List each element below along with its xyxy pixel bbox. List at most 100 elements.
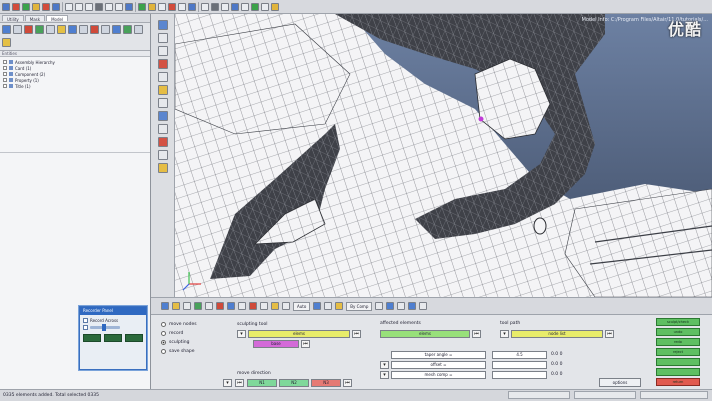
affected-elems-selector[interactable]: elems bbox=[380, 330, 470, 338]
taper-angle-input[interactable]: 4.5 bbox=[492, 351, 547, 359]
reject-button[interactable]: reject bbox=[656, 348, 700, 356]
mesh-icon[interactable] bbox=[183, 302, 191, 310]
mask-icon[interactable] bbox=[178, 2, 186, 11]
mode-move-nodes[interactable]: move nodes bbox=[161, 322, 197, 327]
isolate-icon[interactable] bbox=[57, 25, 66, 34]
view-front-icon[interactable] bbox=[115, 2, 123, 11]
select-icon[interactable] bbox=[157, 20, 168, 30]
display-icon[interactable] bbox=[282, 302, 290, 310]
surface-icon[interactable] bbox=[251, 2, 259, 11]
view-iso-icon[interactable] bbox=[125, 2, 133, 11]
property-icon[interactable] bbox=[134, 25, 143, 34]
record-play-button[interactable] bbox=[83, 334, 101, 342]
reset-icon[interactable]: ⏮ bbox=[605, 330, 614, 338]
node-icon[interactable] bbox=[271, 2, 279, 11]
color-icon[interactable] bbox=[335, 302, 344, 310]
cube-icon[interactable] bbox=[221, 2, 229, 11]
box-icon[interactable] bbox=[231, 2, 239, 11]
rotate-icon[interactable] bbox=[65, 2, 73, 11]
fit-icon[interactable] bbox=[157, 72, 168, 82]
expand-toggle-icon[interactable] bbox=[3, 84, 7, 88]
record-save-button[interactable] bbox=[125, 334, 143, 342]
zoom-icon[interactable] bbox=[85, 2, 93, 11]
export-icon[interactable] bbox=[32, 2, 40, 11]
redo-button[interactable]: redo bbox=[656, 338, 700, 346]
sculpt-check-button[interactable]: sculpt/check bbox=[656, 318, 700, 326]
settings-icon[interactable] bbox=[157, 163, 168, 173]
radio-icon[interactable] bbox=[161, 322, 166, 327]
options-button[interactable]: options bbox=[599, 378, 641, 387]
undo-icon[interactable] bbox=[42, 2, 50, 11]
reset-icon[interactable]: ⏮ bbox=[301, 340, 310, 348]
node-icon[interactable] bbox=[271, 302, 279, 310]
auto-select[interactable]: Auto bbox=[293, 301, 311, 311]
sculpt-elems-selector[interactable]: elems bbox=[248, 330, 350, 338]
tool-path-arrow[interactable]: ▾ bbox=[500, 330, 509, 338]
find-icon[interactable] bbox=[79, 25, 88, 34]
record-checkbox[interactable] bbox=[83, 318, 88, 323]
by-comp-select[interactable]: By Comp bbox=[346, 301, 373, 311]
fit-icon[interactable] bbox=[95, 2, 103, 11]
light-icon[interactable] bbox=[375, 302, 384, 310]
spacer-button[interactable] bbox=[656, 358, 700, 366]
assembly-icon[interactable] bbox=[123, 25, 132, 34]
mesh-comp-input[interactable] bbox=[492, 371, 547, 379]
shaded-icon[interactable] bbox=[138, 2, 146, 11]
material-icon[interactable] bbox=[2, 37, 11, 47]
tab-utility[interactable]: Utility bbox=[2, 15, 24, 22]
graphics-viewport[interactable]: Model Info: C:/Program Files/Altair/11.0… bbox=[175, 14, 712, 297]
shrink-icon[interactable] bbox=[408, 302, 417, 310]
measure-icon[interactable] bbox=[211, 2, 219, 11]
expand-toggle-icon[interactable] bbox=[3, 72, 7, 76]
recorder-title[interactable]: Recorder Panel bbox=[80, 307, 146, 315]
element-icon[interactable] bbox=[261, 2, 269, 11]
element-icon[interactable] bbox=[260, 302, 268, 310]
view-icon[interactable] bbox=[313, 302, 322, 310]
solid-icon[interactable] bbox=[238, 302, 246, 310]
pan-icon[interactable] bbox=[75, 2, 83, 11]
feature-icon[interactable] bbox=[419, 302, 428, 310]
sculpt-base-selector[interactable]: base bbox=[253, 340, 299, 348]
light-icon[interactable] bbox=[157, 137, 168, 147]
return-button[interactable]: return bbox=[656, 378, 700, 386]
capture-icon[interactable] bbox=[157, 150, 168, 160]
rotate-icon[interactable] bbox=[157, 33, 168, 43]
direction-n3[interactable]: N3 bbox=[311, 379, 341, 387]
delete-icon[interactable] bbox=[249, 302, 257, 310]
save-icon[interactable] bbox=[12, 2, 20, 11]
slider-knob[interactable] bbox=[102, 324, 106, 331]
expand-toggle-icon[interactable] bbox=[3, 60, 7, 64]
speed-slider[interactable] bbox=[90, 324, 120, 331]
import-icon[interactable] bbox=[22, 2, 30, 11]
tab-mask[interactable]: Mask bbox=[24, 15, 46, 22]
tool-icon[interactable] bbox=[201, 2, 209, 11]
reset-icon[interactable]: ⏮ bbox=[472, 330, 481, 338]
tree-item-title[interactable]: Title (1) bbox=[3, 83, 147, 89]
display-icon[interactable] bbox=[168, 2, 176, 11]
sculpt-selector-arrow[interactable]: ▾ bbox=[237, 330, 246, 338]
direction-arrow[interactable]: ▾ bbox=[223, 379, 232, 387]
component-icon[interactable] bbox=[112, 25, 121, 34]
reset-icon[interactable]: ⏮ bbox=[352, 330, 361, 338]
spacer-button[interactable] bbox=[656, 368, 700, 376]
speed-checkbox[interactable] bbox=[83, 325, 88, 330]
mesh-lines-icon[interactable] bbox=[158, 2, 166, 11]
delete-icon[interactable] bbox=[90, 25, 99, 34]
filter-icon[interactable] bbox=[2, 25, 11, 34]
expand-icon[interactable] bbox=[13, 25, 22, 34]
reset-icon[interactable]: ⏮ bbox=[343, 379, 352, 387]
list-icon[interactable] bbox=[101, 25, 110, 34]
assembly-icon[interactable] bbox=[172, 302, 180, 310]
view-icon[interactable] bbox=[157, 85, 168, 95]
collapse-icon[interactable] bbox=[24, 25, 33, 34]
tool-path-selector[interactable]: node list bbox=[511, 330, 603, 338]
clip-icon[interactable] bbox=[157, 124, 168, 134]
edge-icon[interactable] bbox=[397, 302, 406, 310]
point-icon[interactable] bbox=[216, 302, 224, 310]
perspective-icon[interactable] bbox=[157, 111, 168, 121]
direction-n1[interactable]: N1 bbox=[247, 379, 277, 387]
redo-icon[interactable] bbox=[52, 2, 60, 11]
record-stop-button[interactable] bbox=[104, 334, 122, 342]
view-top-icon[interactable] bbox=[105, 2, 113, 11]
tab-model[interactable]: Model bbox=[46, 15, 69, 22]
